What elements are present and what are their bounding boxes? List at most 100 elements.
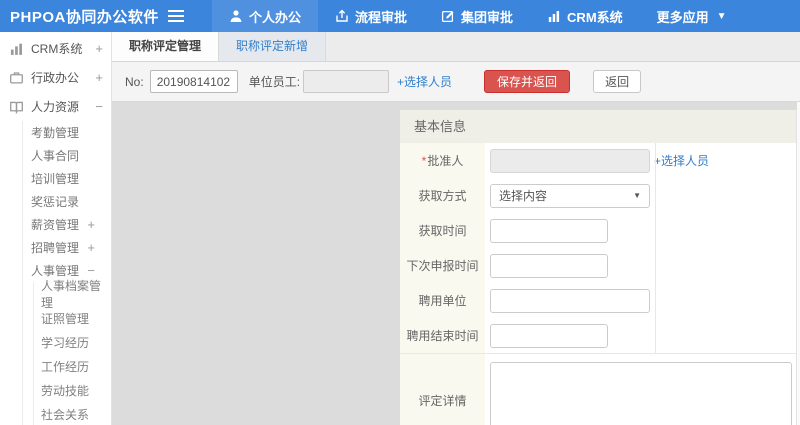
- employee-input[interactable]: [303, 70, 390, 93]
- selected-option: 选择内容: [499, 189, 548, 203]
- table-divider-horizontal: [400, 353, 796, 354]
- menu-item-workflow-approval[interactable]: 流程审批: [318, 0, 424, 32]
- sidebar-label: 学习经历: [41, 335, 90, 350]
- content-area: 基本信息 * 批准人 +选择人员 获取方式 选择内容 ▼ 获取时间 下次申报时间…: [112, 102, 800, 425]
- sidebar-label: 招聘管理: [31, 241, 80, 255]
- acquire-time-input[interactable]: [490, 218, 608, 243]
- menu-item-more-apps[interactable]: 更多应用 ▼: [640, 0, 744, 32]
- form-row-evaluation-detail: 评定详情: [400, 354, 796, 425]
- form-row-acquire-time: 获取时间: [400, 213, 796, 248]
- collapse-toggle[interactable]: −: [87, 263, 95, 278]
- sidebar-item-rewards[interactable]: 奖惩记录: [22, 190, 111, 213]
- edit-icon: [441, 9, 455, 23]
- sidebar-item-salary[interactable]: 薪资管理 +: [22, 213, 111, 236]
- top-menu: 个人办公 流程审批 集团审批 CRM系统 更多应用 ▼: [212, 0, 744, 32]
- menu-label: 集团审批: [461, 9, 514, 25]
- sidebar-item-labor-skills[interactable]: 劳动技能: [33, 378, 111, 402]
- workflow-icon: [335, 9, 349, 23]
- no-label: No:: [125, 74, 144, 89]
- tab-bar: 职称评定管理 职称评定新增: [112, 32, 800, 62]
- evaluation-detail-textarea[interactable]: [490, 362, 792, 425]
- expand-toggle[interactable]: +: [87, 240, 95, 255]
- caret-down-icon: ▼: [716, 10, 727, 22]
- field-label: 评定详情: [400, 354, 485, 425]
- select-person-link[interactable]: +选择人员: [654, 152, 709, 169]
- form-row-employer: 聘用单位: [400, 283, 796, 318]
- field-label: 聘用单位: [400, 283, 485, 318]
- sidebar-label: 培训管理: [31, 172, 80, 186]
- app-window: PHPOA协同办公软件 个人办公 流程审批 集团审批 CRM系统 更多应用 ▼ …: [0, 0, 800, 425]
- sidebar-item-social-relations[interactable]: 社会关系: [33, 402, 111, 425]
- form-panel: 基本信息 * 批准人 +选择人员 获取方式 选择内容 ▼ 获取时间 下次申报时间…: [400, 110, 797, 425]
- form-row-next-apply-time: 下次申报时间: [400, 248, 796, 283]
- sidebar-item-hr-contract[interactable]: 人事合同: [22, 144, 111, 167]
- chevron-down-icon: ▼: [633, 191, 641, 200]
- form-row-employment-end-time: 聘用结束时间: [400, 318, 796, 353]
- sidebar-label: 社会关系: [41, 407, 90, 422]
- required-mark: *: [421, 153, 427, 168]
- form-row-approver: * 批准人 +选择人员: [400, 143, 796, 178]
- field-label: * 批准人: [400, 143, 485, 178]
- menu-label: 更多应用: [656, 9, 709, 25]
- employer-input[interactable]: [490, 288, 650, 313]
- sidebar-label: 行政办公: [31, 71, 80, 85]
- sidebar-sublist: 人事档案管理 证照管理 学习经历 工作经历 劳动技能 社会关系: [22, 279, 111, 425]
- tab-title-evaluation-new[interactable]: 职称评定新增: [219, 32, 327, 61]
- sidebar-label: 证照管理: [41, 311, 90, 326]
- briefcase-icon: [9, 70, 24, 85]
- bar-chart-icon: [9, 41, 24, 56]
- expand-toggle[interactable]: +: [95, 41, 103, 56]
- sidebar-label: 薪资管理: [31, 218, 80, 232]
- employee-label: 单位员工:: [248, 75, 301, 89]
- menu-item-personal-office[interactable]: 个人办公: [212, 0, 319, 32]
- sidebar-label: 劳动技能: [41, 383, 90, 398]
- bar-chart-icon: [547, 9, 561, 23]
- menu-label: CRM系统: [567, 9, 623, 25]
- tab-title-evaluation-manage[interactable]: 职称评定管理: [112, 32, 220, 61]
- menu-item-crm-system[interactable]: CRM系统: [530, 0, 640, 32]
- sidebar-item-work-history[interactable]: 工作经历: [33, 354, 111, 378]
- field-label: 下次申报时间: [400, 248, 485, 283]
- hamburger-menu-icon[interactable]: [168, 10, 184, 22]
- no-input[interactable]: [149, 70, 238, 93]
- sidebar-label: CRM系统: [31, 42, 83, 56]
- sidebar-label: 人事合同: [31, 149, 80, 163]
- acquire-method-select[interactable]: 选择内容 ▼: [490, 183, 650, 208]
- expand-toggle[interactable]: +: [95, 70, 103, 85]
- sidebar-nav: CRM系统 + 行政办公 + 人力资源 − 考勤管理 人事合同 培训管理 奖惩记…: [0, 32, 112, 425]
- sidebar-item-education-history[interactable]: 学习经历: [33, 330, 111, 354]
- field-label: 获取方式: [400, 178, 485, 213]
- menu-label: 流程审批: [355, 9, 408, 25]
- menu-item-group-approval[interactable]: 集团审批: [424, 0, 530, 32]
- sidebar-label: 考勤管理: [31, 126, 80, 140]
- next-apply-time-input[interactable]: [490, 253, 608, 278]
- top-header: PHPOA协同办公软件 个人办公 流程审批 集团审批 CRM系统 更多应用 ▼: [0, 0, 800, 32]
- employment-end-time-input[interactable]: [490, 323, 608, 348]
- field-label: 聘用结束时间: [400, 318, 485, 353]
- approver-input[interactable]: [490, 148, 650, 173]
- main-area: 职称评定管理 职称评定新增 No: 单位员工: +选择人员 保存并返回 返回 基…: [112, 32, 800, 425]
- collapse-toggle[interactable]: −: [95, 99, 103, 114]
- sidebar-label: 人事档案管理: [41, 279, 102, 310]
- sidebar-item-crm[interactable]: CRM系统 +: [0, 34, 111, 63]
- sidebar-label: 工作经历: [41, 359, 90, 374]
- select-person-link[interactable]: +选择人员: [397, 73, 452, 90]
- sidebar-item-attendance[interactable]: 考勤管理: [22, 121, 111, 144]
- sidebar-item-recruit[interactable]: 招聘管理 +: [22, 236, 111, 259]
- app-logo: PHPOA协同办公软件: [10, 8, 159, 26]
- form-toolbar: No: 单位员工: +选择人员 保存并返回 返回: [112, 62, 800, 102]
- sidebar-item-hr[interactable]: 人力资源 −: [0, 92, 111, 121]
- back-button[interactable]: 返回: [593, 70, 642, 93]
- sidebar-label: 奖惩记录: [31, 195, 80, 209]
- field-label: 获取时间: [400, 213, 485, 248]
- sidebar-item-personnel-files[interactable]: 人事档案管理: [33, 279, 111, 310]
- sidebar-item-training[interactable]: 培训管理: [22, 167, 111, 190]
- book-icon: [9, 99, 24, 114]
- form-row-acquire-method: 获取方式 选择内容 ▼: [400, 178, 796, 213]
- sidebar-item-admin-office[interactable]: 行政办公 +: [0, 63, 111, 92]
- user-icon: [229, 9, 243, 23]
- expand-toggle[interactable]: +: [87, 217, 95, 232]
- table-divider-vertical: [655, 143, 656, 353]
- menu-label: 个人办公: [249, 9, 302, 25]
- save-and-return-button[interactable]: 保存并返回: [484, 70, 571, 93]
